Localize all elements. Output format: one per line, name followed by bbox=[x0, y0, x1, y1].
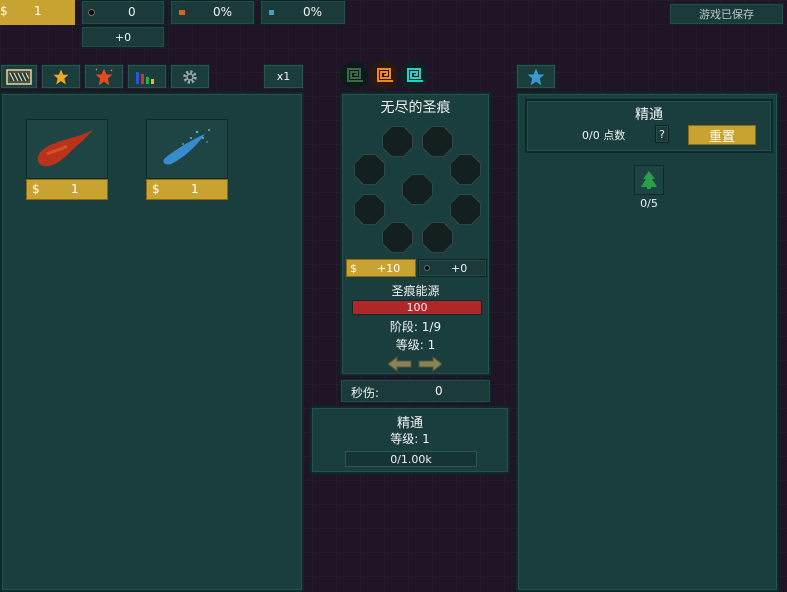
socket-slot[interactable] bbox=[354, 194, 385, 225]
blue-percent-counter: 0% bbox=[260, 0, 346, 25]
bar-chart-icon bbox=[136, 71, 154, 84]
essence-bonus-value: +0 bbox=[451, 262, 468, 275]
prev-arrow-button[interactable] bbox=[387, 355, 412, 373]
reset-button[interactable]: 重置 bbox=[688, 125, 756, 145]
socket-slot[interactable] bbox=[450, 194, 481, 225]
dps-label: 秒伤: bbox=[351, 386, 380, 400]
dps-value: 0 bbox=[435, 384, 443, 398]
essence-value: 0 bbox=[128, 5, 136, 19]
mastery-right-panel: 精通 0/0 点数 ? 重置 0/5 bbox=[516, 92, 779, 592]
mastery-progress-bar: 0/1.00k bbox=[345, 451, 477, 467]
energy-value: 100 bbox=[406, 301, 428, 314]
mastery-header: 精通 0/0 点数 ? 重置 bbox=[525, 99, 773, 153]
essence-counter: 0 bbox=[81, 0, 165, 25]
red-comet-icon bbox=[37, 130, 93, 167]
mastery-progress-text: 0/1.00k bbox=[390, 452, 432, 466]
mastery-center-level: 等级: 1 bbox=[390, 432, 430, 446]
mastery-right-title: 精通 bbox=[635, 107, 663, 123]
arrow-right-icon bbox=[418, 355, 443, 373]
red-comet-icon-frame bbox=[26, 119, 108, 179]
tab-shop[interactable] bbox=[0, 64, 38, 89]
blue-percent-value: 0% bbox=[303, 5, 323, 19]
gold-bonus-value: +10 bbox=[377, 262, 401, 275]
mastery-node[interactable] bbox=[634, 165, 664, 195]
socket-slot[interactable] bbox=[422, 126, 453, 157]
socket-slot[interactable] bbox=[382, 222, 413, 253]
tab-stats[interactable] bbox=[127, 64, 167, 89]
grid-icon bbox=[6, 68, 32, 85]
socket-slot[interactable] bbox=[402, 174, 433, 205]
spiral-cyan-icon bbox=[407, 68, 423, 82]
mastery-node-count: 0/5 bbox=[640, 197, 658, 210]
gold-value: 1 bbox=[34, 4, 42, 18]
tab-spiral-orange[interactable] bbox=[370, 61, 398, 89]
essence-bonus-icon bbox=[424, 265, 430, 271]
gold-star-icon bbox=[53, 69, 69, 84]
tree-icon bbox=[641, 171, 657, 189]
blue-comet-price-symbol: $ bbox=[152, 182, 160, 196]
red-comet-price: $ 1 bbox=[26, 179, 108, 200]
mastery-points: 0/0 点数 bbox=[582, 129, 626, 142]
gear-icon bbox=[183, 69, 197, 84]
blue-comet-price: $ 1 bbox=[146, 179, 228, 200]
gold-bonus: $ +10 bbox=[346, 259, 416, 277]
tab-spiral-dark[interactable] bbox=[340, 61, 368, 89]
arrow-left-icon bbox=[387, 355, 412, 373]
stigmata-title: 无尽的圣痕 bbox=[380, 100, 451, 116]
cyan-star-icon bbox=[527, 68, 545, 85]
tab-star-red[interactable] bbox=[84, 64, 124, 89]
level-text: 等级: 1 bbox=[395, 338, 436, 352]
red-comet-price-value: 1 bbox=[71, 182, 79, 196]
stigmata-panel: 无尽的圣痕 $ +10 +0 圣痕能源 100 阶段: 1/9 等级: 1 bbox=[340, 92, 491, 376]
dps-bar: 秒伤: 0 bbox=[340, 379, 491, 403]
red-comet-price-symbol: $ bbox=[32, 182, 40, 196]
mastery-center-panel: 精通 等级: 1 0/1.00k bbox=[310, 406, 510, 474]
socket-slot[interactable] bbox=[382, 126, 413, 157]
saved-status: 游戏已保存 bbox=[669, 3, 784, 25]
essence-bonus: +0 bbox=[418, 259, 487, 277]
blue-comet-icon-frame bbox=[146, 119, 228, 179]
spiral-orange-icon bbox=[377, 68, 393, 82]
blue-gem-icon bbox=[269, 10, 274, 15]
shop-item-red-comet[interactable]: $ 1 bbox=[26, 119, 108, 201]
gold-counter: $ 1 bbox=[0, 0, 75, 25]
help-button[interactable]: ? bbox=[655, 125, 669, 143]
stage-text: 阶段: 1/9 bbox=[389, 320, 442, 334]
essence-icon bbox=[88, 9, 95, 16]
blue-comet-price-value: 1 bbox=[191, 182, 199, 196]
tab-settings[interactable] bbox=[170, 64, 210, 89]
socket-slot[interactable] bbox=[422, 222, 453, 253]
orange-gem-icon bbox=[179, 10, 185, 15]
shop-item-blue-comet[interactable]: $ 1 bbox=[146, 119, 228, 201]
tab-star-cyan[interactable] bbox=[516, 64, 556, 89]
socket-slot[interactable] bbox=[354, 154, 385, 185]
socket-slot[interactable] bbox=[450, 154, 481, 185]
gold-symbol: $ bbox=[0, 4, 8, 18]
spiral-dark-icon bbox=[347, 68, 363, 82]
tab-spiral-cyan[interactable] bbox=[400, 61, 428, 89]
essence-rate: +0 bbox=[81, 26, 165, 48]
energy-label: 圣痕能源 bbox=[391, 284, 440, 298]
orange-percent-counter: 0% bbox=[170, 0, 255, 25]
speed-button[interactable]: x1 bbox=[263, 64, 304, 89]
orange-percent-value: 0% bbox=[213, 5, 233, 19]
energy-bar: 100 bbox=[352, 300, 482, 315]
next-arrow-button[interactable] bbox=[418, 355, 443, 373]
gold-bonus-symbol: $ bbox=[350, 262, 357, 275]
mastery-center-title: 精通 bbox=[396, 416, 423, 431]
tab-star-gold[interactable] bbox=[41, 64, 81, 89]
red-star-icon bbox=[95, 68, 113, 85]
blue-comet-icon bbox=[163, 129, 210, 165]
